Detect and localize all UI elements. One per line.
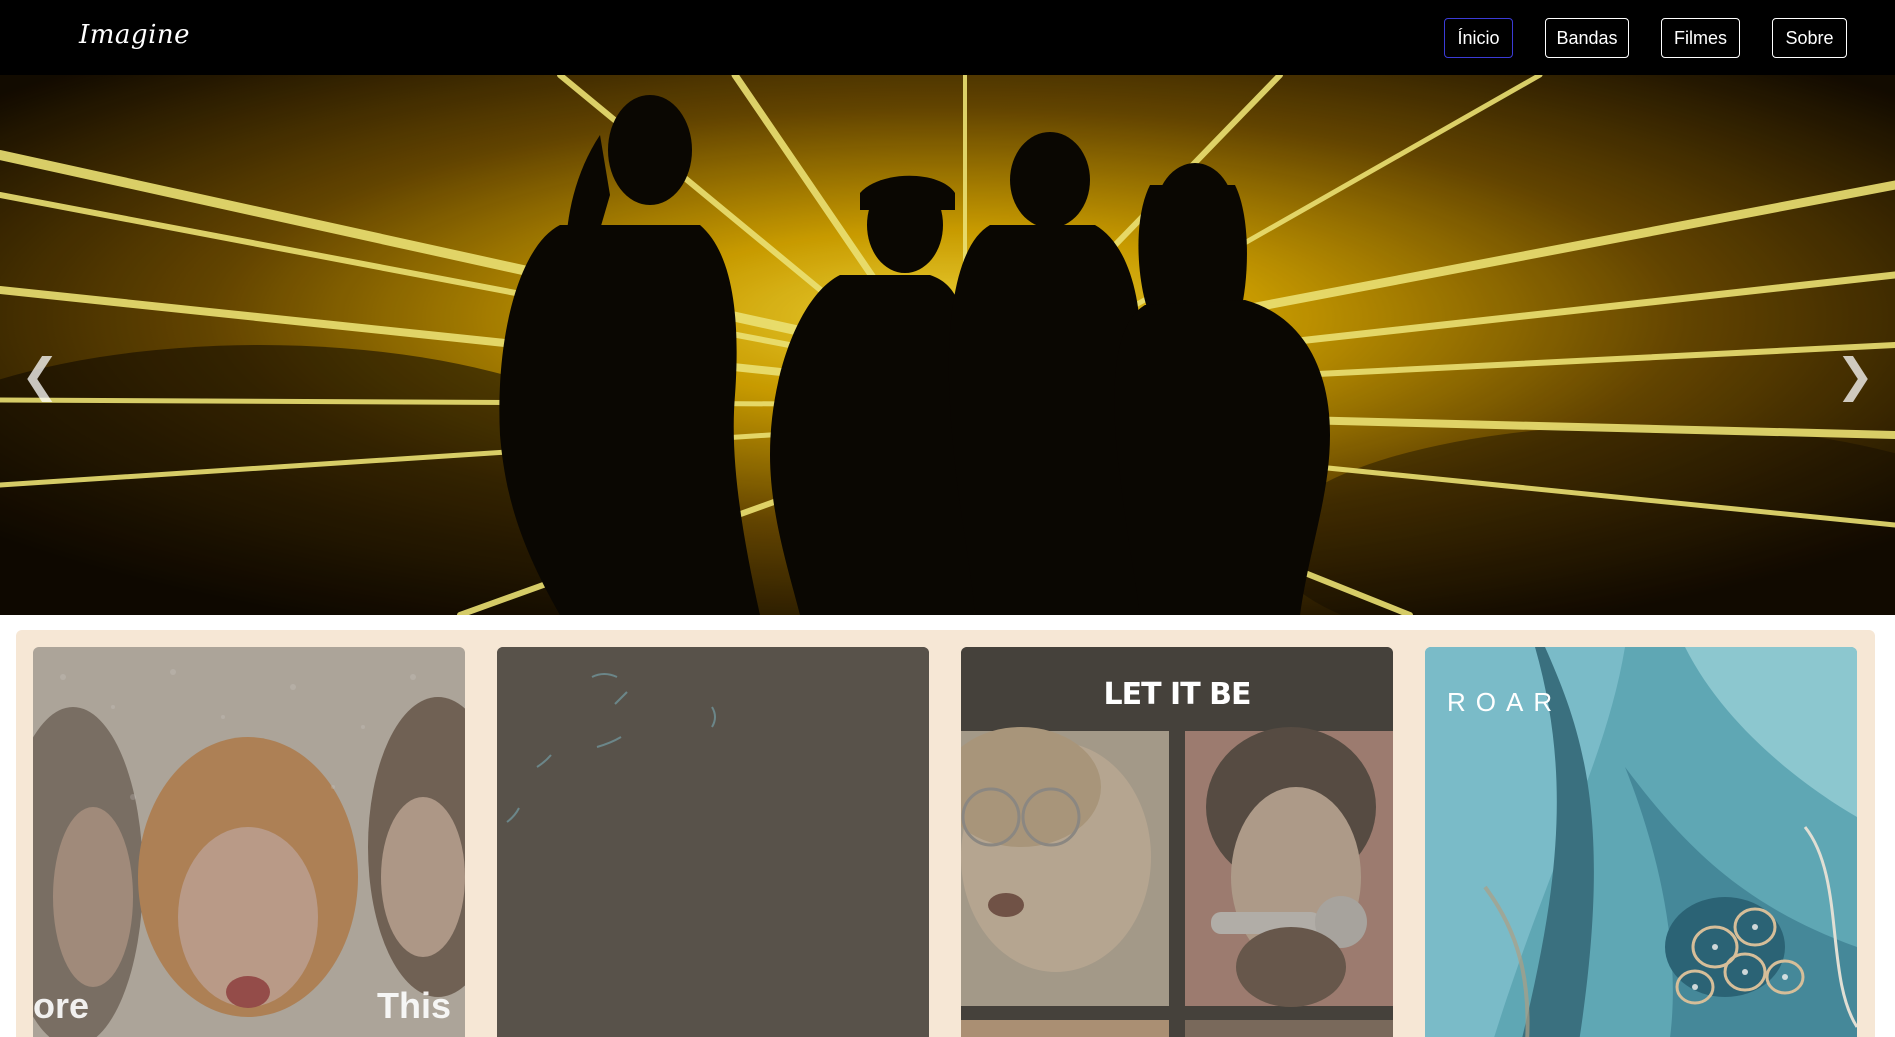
album-cover-title: LET IT BE — [1103, 677, 1252, 712]
site-logo[interactable]: Imagine — [79, 20, 190, 50]
album-card[interactable]: ROAR — [1425, 647, 1857, 1037]
hero-band-image — [0, 75, 1895, 615]
album-cover-overlay — [497, 647, 929, 1037]
carousel-next-button[interactable]: ❯ — [1835, 345, 1875, 405]
album-card[interactable]: ore This — [33, 647, 465, 1037]
nav-filmes-button[interactable]: Filmes — [1661, 18, 1740, 58]
album-card[interactable] — [497, 647, 929, 1037]
album-cover-text-right: This — [376, 985, 451, 1026]
album-strip: ore This LET IT BE ROAR — [16, 630, 1875, 1037]
nav-inicio-button[interactable]: Ínicio — [1444, 18, 1513, 58]
album-card[interactable]: LET IT BE — [961, 647, 1393, 1037]
carousel-prev-button[interactable]: ❮ — [20, 345, 60, 405]
nav-sobre-button[interactable]: Sobre — [1772, 18, 1847, 58]
nav-bandas-button[interactable]: Bandas — [1545, 18, 1629, 58]
album-cover-overlay — [33, 647, 465, 1037]
top-navbar: Imagine Ínicio Bandas Filmes Sobre — [0, 0, 1895, 75]
album-cover-title: ROAR — [1447, 687, 1563, 717]
album-cover-text-left: ore — [33, 985, 90, 1026]
hero-carousel: ❮ ❯ — [0, 75, 1895, 615]
